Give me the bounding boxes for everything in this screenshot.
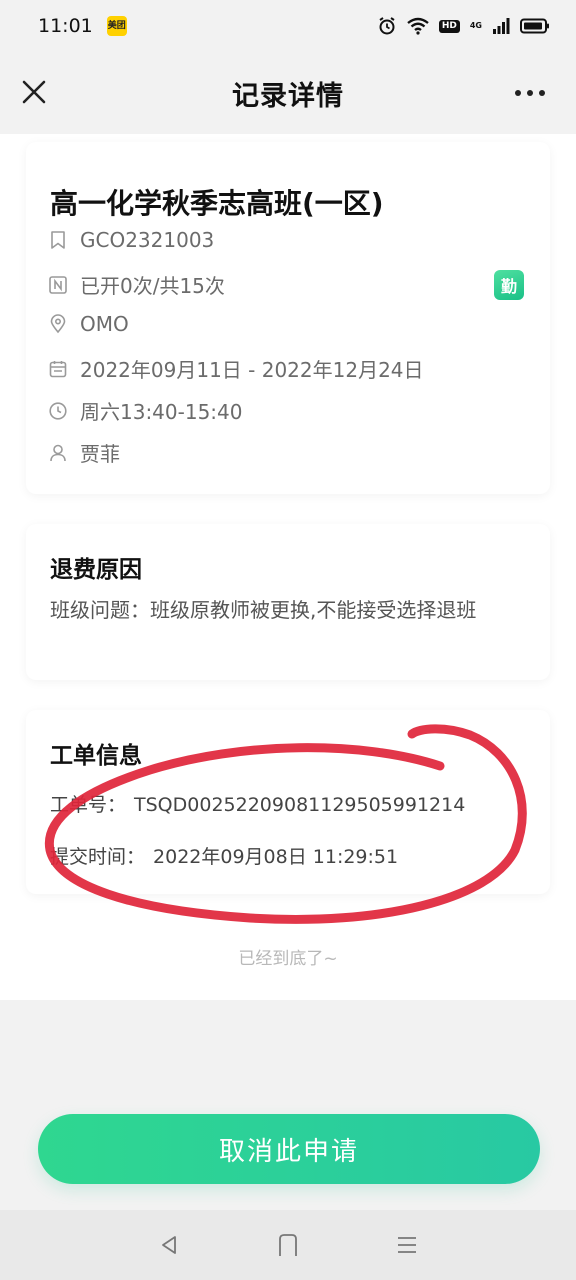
course-dates-row: 2022年09月11日 - 2022年12月24日 [48,354,424,383]
cancel-application-button[interactable]: 取消此申请 [38,1114,540,1184]
battery-icon [520,18,549,34]
alarm-icon [379,17,395,35]
course-mode-row: OMO [48,312,129,336]
course-code-row: GCO2321003 [48,228,214,252]
back-triangle-icon[interactable] [158,1234,180,1256]
course-schedule: 周六13:40-15:40 [80,400,243,424]
refund-reason-card: 退费原因 班级问题：班级原教师被更换,不能接受选择退班 [26,524,550,680]
end-of-list-note: 已经到底了~ [238,949,338,969]
calendar-icon [49,360,67,377]
page-title: 记录详情 [232,80,344,112]
signal-icon [493,18,510,34]
ticket-info-card: 工单信息 工单号： TSQD0025220908112950599121​4 提交… [26,710,550,894]
ticket-number-value: TSQD0025220908112950599121​4 [134,794,466,816]
course-card: 高一化学秋季志高班(一区) GCO2321003 已开0次/共15次 勤 OMO… [26,142,550,494]
clock-icon [49,401,67,420]
status-bar: 11:01 美团 HD 4G [0,0,576,52]
status-icons: HD 4G [377,16,550,36]
ticket-time-value: 2022年09月08日 11:29:51 [153,846,399,868]
user-icon [50,444,66,461]
location-pin-icon [50,314,66,334]
menu-lines-icon[interactable] [396,1235,418,1255]
course-date-range: 2022年09月11日 - 2022年12月24日 [80,358,424,382]
course-schedule-row: 周六13:40-15:40 [48,396,243,425]
course-mode: OMO [80,312,129,336]
course-teacher-row: 贾菲 [48,438,120,467]
course-sessions-row: 已开0次/共15次 [48,270,225,299]
ticket-number-label: 工单号： [50,794,127,816]
system-navigation-bar [0,1210,576,1280]
refund-section-title: 退费原因 [50,557,142,583]
n-square-icon [49,275,67,294]
meituan-app-icon: 美团 [106,16,127,36]
network-type: 4G [469,21,482,30]
status-time: 11:01 [38,15,93,37]
bookmark-icon [51,231,65,249]
ticket-section-title: 工单信息 [50,743,142,769]
course-title: 高一化学秋季志高班(一区) [50,187,384,220]
course-sessions: 已开0次/共15次 [80,274,225,298]
refund-reason-text: 班级问题：班级原教师被更换,不能接受选择退班 [50,598,477,622]
ticket-number-row: 工单号： TSQD0025220908112950599121​4 [50,790,465,817]
home-icon[interactable] [277,1233,299,1257]
hd-badge: HD [438,19,460,33]
navigation-bar: 记录详情 [0,52,576,134]
record-detail-content: 高一化学秋季志高班(一区) GCO2321003 已开0次/共15次 勤 OMO… [0,134,576,1000]
attendance-badge[interactable]: 勤 [494,270,524,300]
screen: 11:01 美团 HD 4G 记录详情 高一化学秋季志高班(一区) GCO232… [0,0,576,1280]
ticket-time-label: 提交时间： [50,846,146,868]
wifi-icon [407,17,429,35]
more-icon[interactable] [514,88,546,98]
close-icon[interactable] [20,78,48,106]
course-code: GCO2321003 [80,228,215,252]
course-teacher: 贾菲 [80,442,120,466]
ticket-time-row: 提交时间： 2022年09月08日 11:29:51 [50,842,398,869]
